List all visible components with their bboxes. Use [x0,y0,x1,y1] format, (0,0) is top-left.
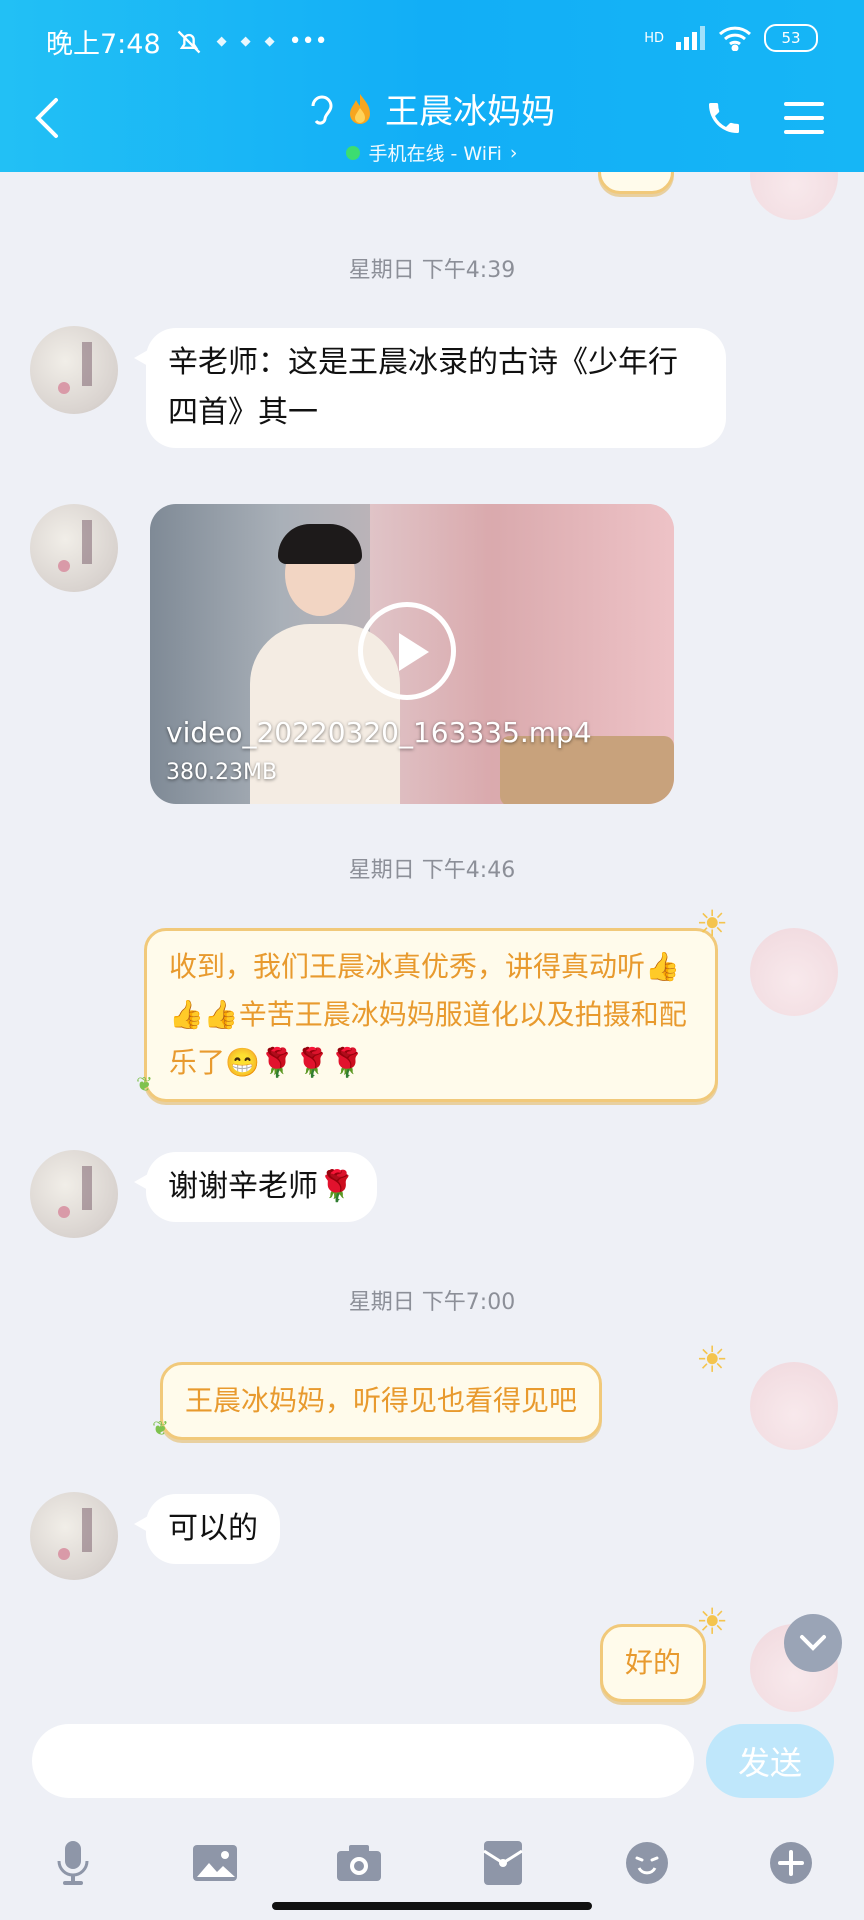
video-filesize: 380.23MB [166,760,278,785]
chat-title: 王晨冰妈妈 [385,92,555,132]
plus-icon[interactable] [756,1828,826,1898]
red-packet-icon[interactable] [468,1828,538,1898]
menu-icon[interactable] [782,100,826,136]
battery-level: 53 [781,29,801,47]
message-bubble-sent[interactable]: 收到，我们王晨冰真优秀，讲得真动听👍👍👍辛苦王晨冰妈妈服道化以及拍摄和配乐了😁🌹… [144,928,718,1102]
timestamp: 星期日 下午4:39 [348,258,516,283]
chat-subtitle: 手机在线 - WiFi [368,143,502,165]
status-bar-left: 晚上7:48 ◆ ◆ ◆ ••• [46,22,328,61]
app-icon: ◆ [216,34,227,49]
battery-icon: 53 [764,24,818,52]
signal-icon [676,26,705,50]
mic-icon[interactable] [38,1828,108,1898]
emoji-icon[interactable] [612,1828,682,1898]
input-area: 发送 [0,1720,864,1920]
video-message[interactable]: video_20220320_163335.mp4 380.23MB [150,504,674,804]
send-button[interactable]: 发送 [706,1724,834,1798]
video-filename: video_20220320_163335.mp4 [166,716,592,749]
play-icon[interactable] [358,602,456,700]
ear-icon [311,95,333,125]
message-bubble-sent-partial [598,172,674,194]
more-dots-icon: ••• [288,29,328,54]
flame-icon [350,93,370,124]
leaf-icon: ❦ [152,1416,169,1440]
status-time: 晚上7:48 [46,29,161,60]
bell-off-icon [177,30,200,53]
app-icon: ◆ [264,34,275,49]
app-icon: ◆ [240,34,251,49]
leaf-icon: ❦ [136,1072,153,1096]
avatar-contact[interactable] [30,326,118,414]
avatar-self[interactable] [750,172,838,220]
status-bar-right: HD 53 [644,24,818,52]
chevron-right-icon: › [509,141,518,164]
sun-sticker-icon: ☀ [696,904,729,945]
message-bubble-received[interactable]: 可以的 [134,1494,280,1564]
message-bubble-received[interactable]: 谢谢辛老师🌹 [133,1152,378,1222]
network-label: HD [644,30,664,46]
avatar-contact[interactable] [30,504,118,592]
camera-icon[interactable] [324,1828,394,1898]
message-bubble-sent[interactable]: 好的 [600,1624,707,1702]
chevron-down-icon [800,1635,826,1651]
sun-sticker-icon: ☀ [696,1340,729,1381]
chat-messages[interactable]: 星期日 下午4:39 辛老师：这是王晨冰录的古诗《少年行四首》其一 video_… [0,172,864,1720]
sun-sticker-icon: ☀ [696,1602,729,1643]
message-bubble-sent[interactable]: 王晨冰妈妈，听得见也看得见吧 [160,1362,603,1440]
scroll-to-bottom-button[interactable] [784,1614,842,1672]
avatar-contact[interactable] [30,1492,118,1580]
avatar-self[interactable] [750,928,838,1016]
avatar-self[interactable] [750,1362,838,1450]
chat-header: 晚上7:48 ◆ ◆ ◆ ••• HD 53 王晨冰妈妈 手机在线 - WiFi… [0,0,864,172]
message-input[interactable] [32,1724,694,1798]
home-indicator[interactable] [272,1902,592,1910]
image-icon[interactable] [180,1828,250,1898]
timestamp: 星期日 下午4:46 [348,858,516,883]
online-status-dot [346,145,361,160]
input-toolbar [0,1828,864,1898]
wifi-icon [718,26,752,51]
timestamp: 星期日 下午7:00 [348,1290,516,1315]
phone-call-icon[interactable] [704,98,744,138]
message-bubble-received[interactable]: 辛老师：这是王晨冰录的古诗《少年行四首》其一 [134,328,726,448]
avatar-contact[interactable] [30,1150,118,1238]
